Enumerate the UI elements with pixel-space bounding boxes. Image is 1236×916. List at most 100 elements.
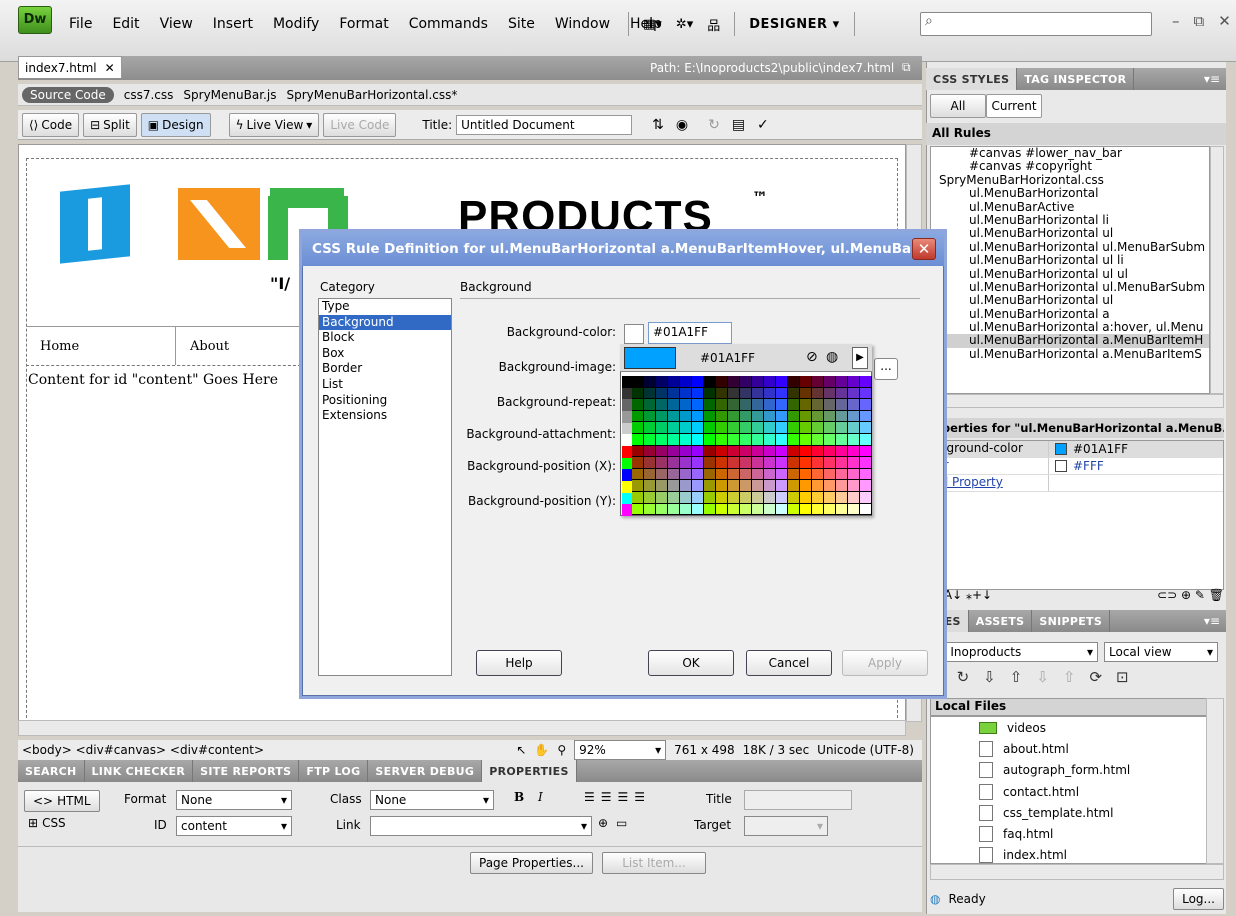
swatch[interactable] [860, 445, 872, 458]
swatch[interactable] [776, 410, 788, 423]
swatch[interactable] [622, 422, 632, 435]
swatch[interactable] [836, 422, 848, 434]
swatch[interactable] [824, 480, 836, 492]
swatch[interactable] [812, 491, 824, 504]
swatch[interactable] [764, 399, 776, 411]
property-value[interactable]: #FFF [1073, 459, 1104, 473]
swatch[interactable] [776, 480, 788, 492]
swatch[interactable] [788, 468, 800, 481]
swatch[interactable] [632, 503, 644, 516]
swatch[interactable] [788, 422, 800, 434]
swatch[interactable] [728, 491, 740, 504]
help-button[interactable]: Help [476, 650, 562, 676]
live-view-button[interactable]: ϟ Live View ▾ [228, 112, 320, 137]
swatch[interactable] [788, 480, 800, 492]
italic-icon[interactable]: I [538, 790, 543, 804]
layout-icon[interactable]: ▦▾ [643, 17, 662, 32]
swatch[interactable] [728, 410, 740, 423]
swatch[interactable] [668, 503, 680, 516]
swatch[interactable] [788, 387, 800, 400]
swatch[interactable] [668, 376, 680, 388]
swatch[interactable] [860, 376, 872, 388]
swatch[interactable] [656, 445, 668, 458]
swatch[interactable] [622, 481, 632, 493]
swatch[interactable] [656, 376, 668, 388]
swatch[interactable] [776, 468, 788, 481]
swatch[interactable] [824, 468, 836, 481]
swatch[interactable] [812, 387, 824, 400]
visual-aids-icon[interactable]: ▤ [732, 117, 745, 133]
zoom-icon[interactable]: ⚲ [557, 743, 566, 757]
site-select[interactable]: ▭Inoproducts▾ [930, 642, 1098, 662]
swatch[interactable] [632, 399, 644, 411]
swatch[interactable] [622, 434, 632, 447]
swatch[interactable] [788, 376, 800, 388]
swatch[interactable] [860, 468, 872, 481]
tab-tag-inspector[interactable]: TAG INSPECTOR [1017, 68, 1135, 90]
swatch[interactable] [800, 433, 812, 446]
swatch[interactable] [622, 376, 632, 388]
tab-link-checker[interactable]: LINK CHECKER [85, 760, 194, 782]
swatch[interactable] [860, 422, 872, 434]
minimize-icon[interactable]: – [1172, 12, 1180, 30]
swatch[interactable] [788, 433, 800, 446]
swatch[interactable] [848, 410, 860, 423]
site-icon[interactable]: 品 [707, 15, 720, 34]
swatch[interactable] [740, 491, 752, 504]
check-out-icon[interactable]: ⇩ [1036, 668, 1049, 686]
close-icon[interactable]: ✕ [1218, 12, 1231, 30]
swatch[interactable] [848, 491, 860, 504]
file-item[interactable]: css_template.html [931, 802, 1207, 823]
menu-commands[interactable]: Commands [408, 16, 489, 32]
swatch[interactable] [776, 387, 788, 400]
swatch[interactable] [632, 422, 644, 434]
swatch[interactable] [860, 491, 872, 504]
css-rule-item[interactable]: ul.MenuBarHorizontal ul.MenuBarSubm [931, 240, 1209, 254]
swatch[interactable] [824, 410, 836, 423]
target-select[interactable]: ▾ [744, 816, 828, 836]
swatch[interactable] [812, 433, 824, 446]
swatch[interactable] [656, 468, 668, 481]
swatch[interactable] [622, 492, 632, 505]
swatch[interactable] [632, 468, 644, 481]
swatch[interactable] [848, 445, 860, 458]
file-item[interactable]: videos [931, 717, 1207, 738]
swatch[interactable] [788, 399, 800, 411]
swatch[interactable] [848, 480, 860, 492]
swatch[interactable] [728, 376, 740, 388]
extend-gear-icon[interactable]: ✲▾ [676, 17, 693, 32]
swatch[interactable] [680, 399, 692, 411]
swatch[interactable] [716, 433, 728, 446]
swatch[interactable] [860, 480, 872, 492]
pointer-icon[interactable]: ↖ [516, 743, 526, 757]
swatch[interactable] [728, 445, 740, 458]
browse-folder-icon[interactable]: ▭ [616, 816, 627, 830]
swatch[interactable] [704, 468, 716, 481]
swatch[interactable] [644, 422, 656, 434]
swatch[interactable] [656, 457, 668, 469]
tree-hscrollbar[interactable] [930, 394, 1224, 408]
swatch[interactable] [752, 410, 764, 423]
category-item-border[interactable]: Border [319, 361, 451, 377]
dialog-close-icon[interactable]: ✕ [912, 238, 936, 260]
swatch[interactable] [776, 399, 788, 411]
swatch[interactable] [728, 433, 740, 446]
panel-menu-icon[interactable]: ▾≡ [1204, 72, 1226, 86]
swatch[interactable] [668, 422, 680, 434]
color-picker-basic-column[interactable] [622, 376, 632, 517]
css-actions-icons[interactable]: ⊂⊃ ⊕ ✎ 🗑 [1157, 588, 1224, 602]
swatch[interactable] [764, 433, 776, 446]
swatch[interactable] [800, 445, 812, 458]
file-item[interactable]: about.html [931, 738, 1207, 759]
menu-view[interactable]: View [159, 16, 194, 32]
source-code-button[interactable]: Source Code [22, 86, 114, 103]
swatch[interactable] [776, 445, 788, 458]
swatch[interactable] [836, 503, 848, 516]
nav-item-about[interactable]: About [176, 339, 229, 354]
css-rule-item[interactable]: ul.MenuBarHorizontal ul.MenuBarSubm [931, 280, 1209, 294]
swatch[interactable] [812, 376, 824, 388]
swatch[interactable] [824, 376, 836, 388]
css-rule-item[interactable]: ul.MenuBarHorizontal [931, 186, 1209, 200]
css-mode-button[interactable]: ⊞ CSS [28, 816, 66, 830]
swatch[interactable] [680, 480, 692, 492]
